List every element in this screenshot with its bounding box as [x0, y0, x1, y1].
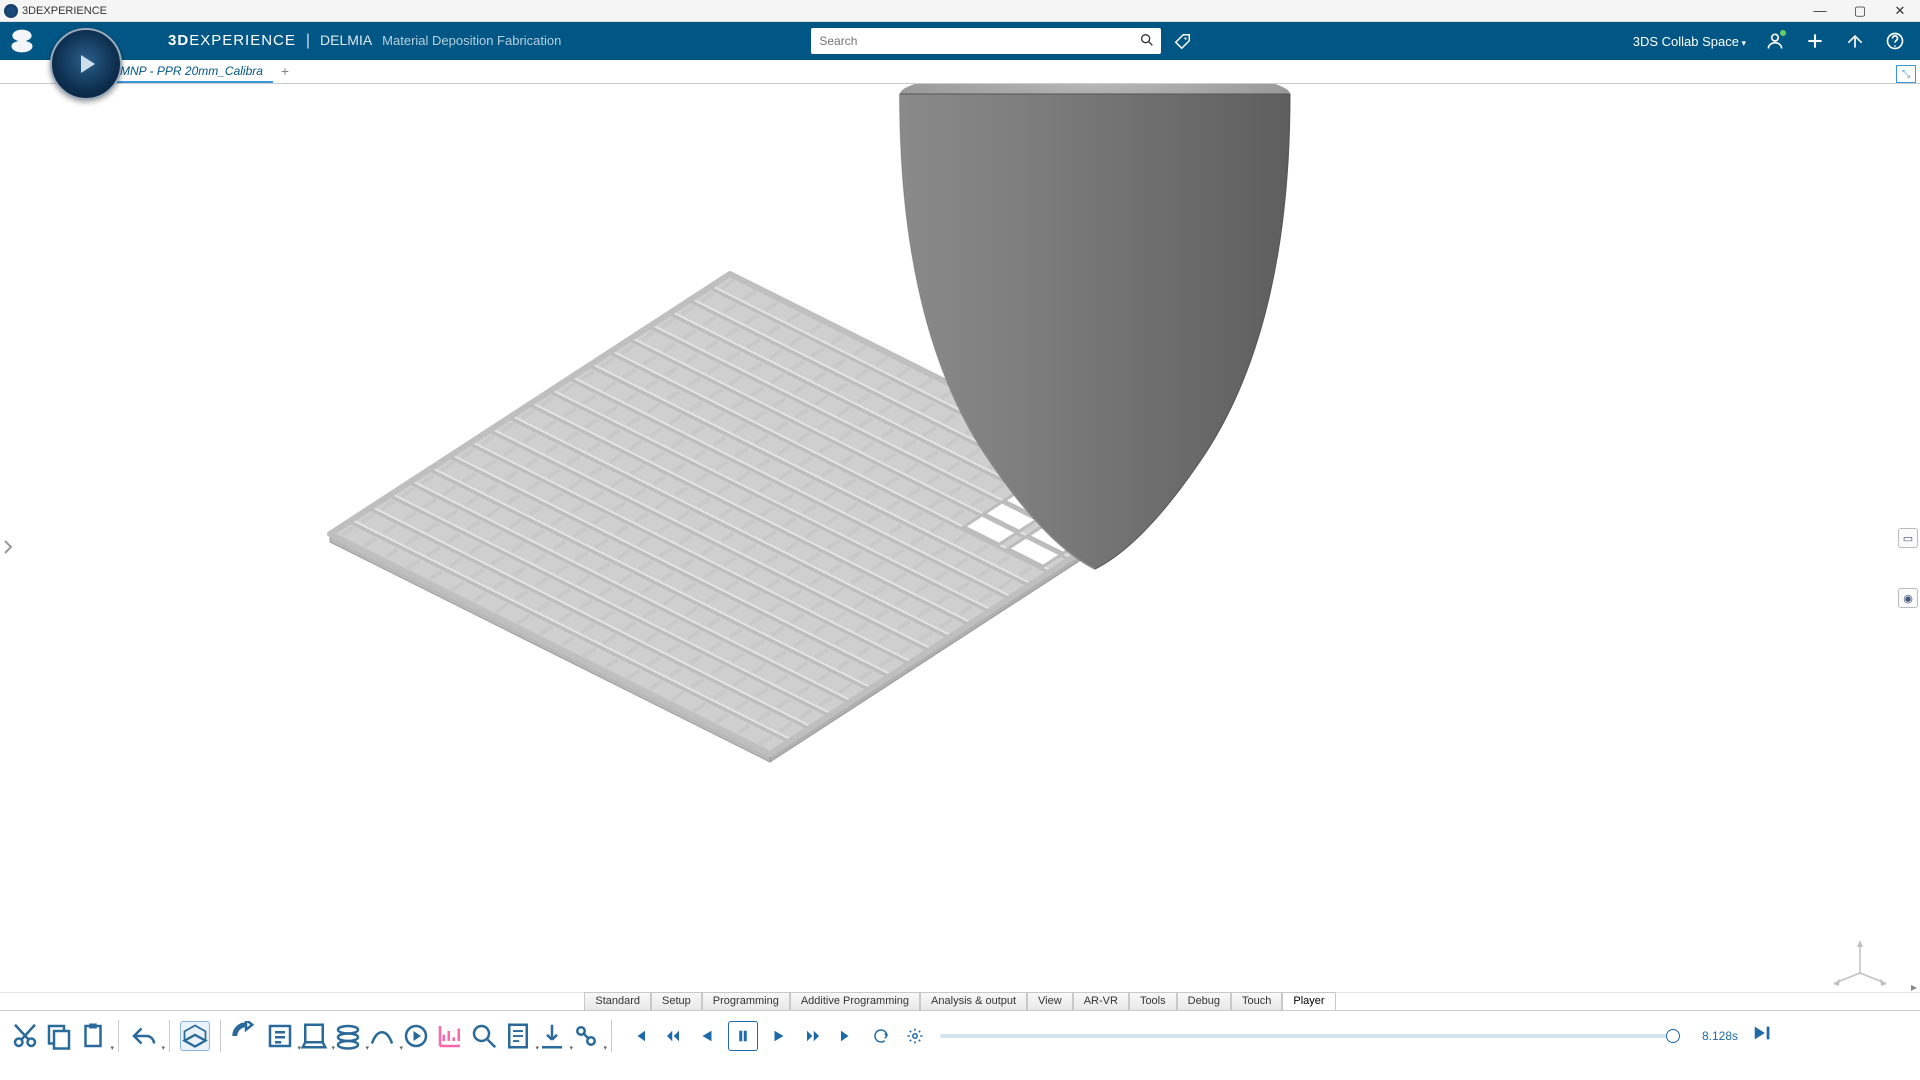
- section-tab-standard[interactable]: Standard: [584, 992, 651, 1010]
- step-forward-icon[interactable]: [800, 1023, 826, 1049]
- side-tool-2[interactable]: ◉: [1898, 588, 1918, 608]
- app-icon: [4, 4, 18, 18]
- search-icon[interactable]: [1133, 32, 1161, 51]
- section-tab-setup[interactable]: Setup: [651, 992, 702, 1010]
- separator: [611, 1020, 612, 1052]
- compass-button[interactable]: [50, 28, 122, 100]
- collab-space-dropdown[interactable]: 3DS Collab Space: [1633, 34, 1746, 49]
- loop-icon[interactable]: [868, 1023, 894, 1049]
- undo-icon[interactable]: [129, 1021, 159, 1051]
- brand-experience: EXPERIENCE: [189, 32, 296, 49]
- help-icon[interactable]: [1884, 30, 1906, 52]
- section-tab-touch[interactable]: Touch: [1231, 992, 1282, 1010]
- separator: [169, 1020, 170, 1052]
- section-tab-tools[interactable]: Tools: [1129, 992, 1177, 1010]
- tab-active-document[interactable]: MNP - PPR 20mm_Calibra: [110, 60, 273, 83]
- report-icon[interactable]: [503, 1021, 533, 1051]
- program-icon[interactable]: [265, 1021, 295, 1051]
- window-maximize-button[interactable]: ▢: [1840, 3, 1880, 19]
- app-header: 3DEXPERIENCE | DELMIA Material Depositio…: [0, 22, 1920, 60]
- status-badge-icon: [1780, 30, 1786, 36]
- process-icon[interactable]: [571, 1021, 601, 1051]
- cut-icon[interactable]: [10, 1021, 40, 1051]
- separator: [118, 1020, 119, 1052]
- tag-icon[interactable]: [1169, 32, 1192, 50]
- window-minimize-button[interactable]: —: [1800, 3, 1840, 18]
- window-title: 3DEXPERIENCE: [22, 5, 107, 17]
- time-display: 8.128s: [1702, 1029, 1738, 1043]
- tree-expand-handle[interactable]: [2, 527, 14, 567]
- play-forward-icon[interactable]: [766, 1023, 792, 1049]
- section-tab-programming[interactable]: Programming: [702, 992, 790, 1010]
- copy-icon[interactable]: [44, 1021, 74, 1051]
- section-tab-ar-vr[interactable]: AR-VR: [1073, 992, 1129, 1010]
- window-close-button[interactable]: ✕: [1880, 3, 1920, 19]
- brand-label: 3DEXPERIENCE | DELMIA Material Depositio…: [168, 32, 561, 50]
- slicing-icon[interactable]: [333, 1021, 363, 1051]
- simulate-icon[interactable]: [401, 1021, 431, 1051]
- window-titlebar: 3DEXPERIENCE — ▢ ✕: [0, 0, 1920, 22]
- ds-logo-icon: [6, 25, 38, 57]
- time-slider[interactable]: [940, 1034, 1680, 1038]
- add-icon[interactable]: [1804, 30, 1826, 52]
- tab-add-button[interactable]: +: [273, 59, 297, 83]
- slider-knob[interactable]: [1666, 1029, 1680, 1043]
- header-right: 3DS Collab Space: [1633, 30, 1920, 52]
- player-controls: [626, 1021, 928, 1051]
- pause-button[interactable]: [728, 1021, 758, 1051]
- toolpath-icon[interactable]: [367, 1021, 397, 1051]
- search-box[interactable]: [811, 28, 1161, 54]
- paste-icon[interactable]: [78, 1021, 108, 1051]
- section-tab-additive-programming[interactable]: Additive Programming: [790, 992, 920, 1010]
- separator: [220, 1020, 221, 1052]
- search-input[interactable]: [811, 34, 1133, 48]
- brand-app-name: Material Deposition Fabrication: [382, 33, 561, 48]
- document-tabs: MNP - PPR 20mm_Calibra + ⤡: [0, 60, 1920, 84]
- play-reverse-icon[interactable]: [694, 1023, 720, 1049]
- share-icon[interactable]: [1844, 30, 1866, 52]
- user-profile-icon[interactable]: [1764, 30, 1786, 52]
- step-back-icon[interactable]: [660, 1023, 686, 1049]
- right-side-tools: ▭ ◉: [1898, 528, 1918, 608]
- brand-delmia: DELMIA: [320, 32, 372, 48]
- export-icon[interactable]: [537, 1021, 567, 1051]
- section-tab-analysis-output[interactable]: Analysis & output: [920, 992, 1027, 1010]
- analysis-icon[interactable]: [435, 1021, 465, 1051]
- side-tool-1[interactable]: ▭: [1898, 528, 1918, 548]
- skip-start-icon[interactable]: [626, 1023, 652, 1049]
- extruder-nozzle: [895, 84, 1295, 574]
- viewport-3d[interactable]: ▭ ◉ ▸: [0, 84, 1920, 1010]
- inspect-icon[interactable]: [469, 1021, 499, 1051]
- brand-3d: 3D: [168, 32, 189, 49]
- build-tray-icon[interactable]: [180, 1021, 210, 1051]
- section-tab-view[interactable]: View: [1027, 992, 1073, 1010]
- orientation-triad[interactable]: [1830, 938, 1890, 988]
- refresh-icon[interactable]: [231, 1021, 261, 1051]
- section-tabs: StandardSetupProgrammingAdditive Program…: [0, 992, 1920, 1010]
- jump-to-end-icon[interactable]: [1752, 1022, 1774, 1049]
- skip-end-icon[interactable]: [834, 1023, 860, 1049]
- section-tab-debug[interactable]: Debug: [1177, 992, 1231, 1010]
- settings-icon[interactable]: [902, 1023, 928, 1049]
- action-bar: 8.128s: [0, 1010, 1920, 1060]
- section-tab-player[interactable]: Player: [1282, 992, 1335, 1010]
- machine-icon[interactable]: [299, 1021, 329, 1051]
- play-icon: [81, 55, 95, 73]
- collapse-panel-icon[interactable]: ⤡: [1896, 65, 1916, 83]
